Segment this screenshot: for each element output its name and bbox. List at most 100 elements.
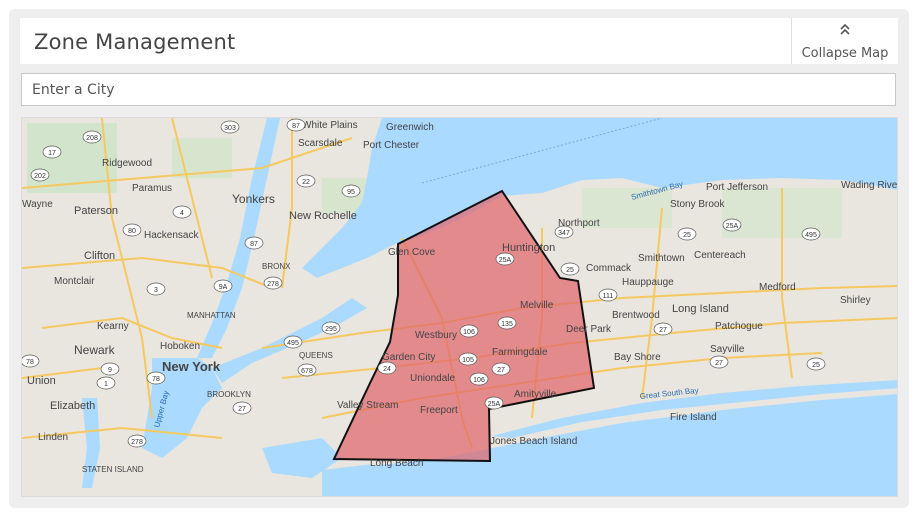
- route-number: 1: [104, 381, 108, 388]
- route-number: 208: [86, 135, 98, 142]
- map-label: Uniondale: [410, 373, 455, 384]
- map-label: Paterson: [74, 205, 118, 217]
- route-shield: 25: [806, 357, 826, 371]
- route-number: 25: [812, 362, 820, 369]
- route-number: 27: [238, 406, 246, 413]
- route-shield: 111: [598, 288, 618, 302]
- zone-map[interactable]: White Plains Greenwich Scarsdale Port Ch…: [21, 117, 898, 497]
- route-number: 27: [659, 327, 667, 334]
- route-shield: 27: [491, 362, 511, 376]
- map-label: Smithtown: [638, 253, 685, 264]
- route-shield: 3: [146, 282, 166, 296]
- route-shield: 303: [220, 120, 240, 134]
- map-label: Freeport: [420, 405, 458, 416]
- map-label: Newark: [74, 343, 116, 357]
- route-number: 25A: [488, 401, 501, 408]
- route-number: 25: [683, 232, 691, 239]
- route-number: 303: [224, 125, 236, 132]
- map-label: Farmingdale: [492, 347, 548, 358]
- map-canvas[interactable]: White Plains Greenwich Scarsdale Port Ch…: [22, 118, 898, 497]
- route-shield: 95: [341, 184, 361, 198]
- map-label: Brentwood: [612, 310, 660, 321]
- zone-management-header: Zone Management Collapse Map: [20, 18, 898, 64]
- map-label: Scarsdale: [298, 138, 343, 149]
- map-label: Melville: [520, 300, 554, 311]
- map-label: Clifton: [84, 250, 115, 262]
- route-shield: 1: [96, 376, 116, 390]
- map-label: Paramus: [132, 183, 172, 194]
- route-shield: 25A: [722, 218, 742, 232]
- map-label: Wading River: [841, 180, 898, 191]
- map-label: Medford: [759, 282, 796, 293]
- map-label: Jones Beach Island: [490, 436, 577, 447]
- map-label: BROOKLYN: [207, 390, 251, 399]
- route-number: 495: [805, 232, 817, 239]
- city-search-input[interactable]: [21, 73, 896, 106]
- map-label: Patchogue: [715, 321, 763, 332]
- route-number: 25: [566, 267, 574, 274]
- route-shield: 278: [127, 434, 147, 448]
- route-number: 87: [250, 241, 258, 248]
- route-number: 80: [128, 228, 136, 235]
- route-shield: 278: [263, 276, 283, 290]
- route-number: 278: [267, 281, 279, 288]
- collapse-map-button[interactable]: Collapse Map: [791, 18, 898, 64]
- route-number: 106: [473, 377, 485, 384]
- map-label: Port Jefferson: [706, 182, 768, 193]
- route-shield: 80: [122, 223, 142, 237]
- map-label: Long Beach: [370, 458, 423, 469]
- route-number: 25A: [499, 257, 512, 264]
- route-number: 17: [48, 150, 56, 157]
- route-number: 27: [715, 360, 723, 367]
- route-shield: 495: [801, 227, 821, 241]
- map-label: Hauppauge: [622, 277, 674, 288]
- route-number: 95: [347, 189, 355, 196]
- route-shield: 202: [30, 168, 50, 182]
- route-shield: 25A: [484, 396, 504, 410]
- map-label: Sayville: [710, 344, 745, 355]
- map-label: Deer Park: [566, 324, 612, 335]
- map-label: QUEENS: [299, 351, 333, 360]
- map-label: Elizabeth: [50, 400, 95, 412]
- route-number: 78: [152, 376, 160, 383]
- route-shield: 17: [42, 145, 62, 159]
- route-shield: 25: [560, 262, 580, 276]
- route-shield: 9: [100, 362, 120, 376]
- map-label: Stony Brook: [670, 199, 725, 210]
- route-number: 495: [287, 340, 299, 347]
- route-number: 78: [26, 359, 34, 366]
- map-label: Linden: [38, 432, 68, 443]
- route-shield: 347: [554, 225, 574, 239]
- map-label: Port Chester: [363, 140, 420, 151]
- map-label: Valley Stream: [337, 400, 399, 411]
- map-label: Westbury: [415, 330, 457, 341]
- map-label: Hackensack: [144, 230, 199, 241]
- collapse-map-label: Collapse Map: [801, 46, 889, 61]
- route-shield: 9A: [213, 279, 233, 293]
- page-title: Zone Management: [34, 30, 236, 54]
- map-label: Montclair: [54, 276, 95, 287]
- route-shield: 495: [283, 335, 303, 349]
- route-shield: 87: [244, 236, 264, 250]
- map-label: White Plains: [302, 120, 358, 131]
- route-shield: 27: [709, 355, 729, 369]
- map-label: Hoboken: [160, 341, 200, 352]
- route-shield: 106: [459, 324, 479, 338]
- map-label: BRONX: [262, 262, 291, 271]
- map-label: MANHATTAN: [187, 311, 236, 320]
- route-shield: 25: [677, 227, 697, 241]
- map-label: Centereach: [694, 250, 746, 261]
- route-number: 105: [462, 357, 474, 364]
- route-number: 4: [180, 210, 184, 217]
- route-shield: 106: [469, 372, 489, 386]
- route-shield: 22: [296, 174, 316, 188]
- route-number: 202: [34, 173, 46, 180]
- route-number: 111: [603, 293, 614, 300]
- route-number: 295: [325, 326, 337, 333]
- map-label: STATEN ISLAND: [82, 465, 144, 474]
- route-shield: 24: [377, 361, 397, 375]
- route-number: 27: [497, 367, 505, 374]
- map-label: Wayne: [22, 199, 53, 210]
- route-number: 678: [301, 368, 313, 375]
- route-number: 135: [501, 321, 513, 328]
